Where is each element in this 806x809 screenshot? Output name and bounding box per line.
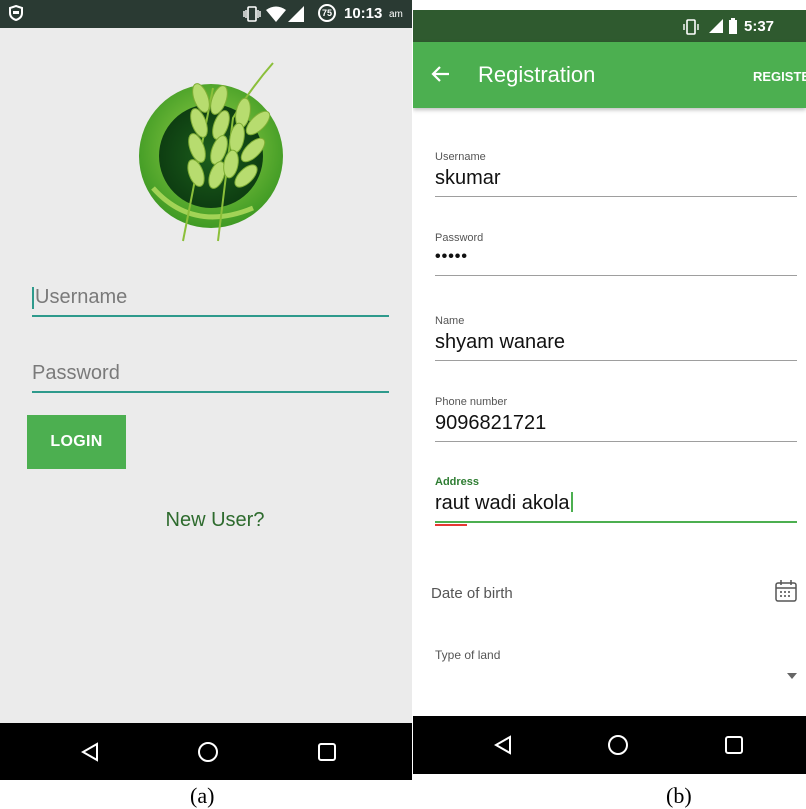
spellcheck-underline [435,524,467,526]
caption-a: (a) [190,783,215,808]
battery-icon [729,18,737,39]
field-underline [435,196,797,197]
nav-bar [413,716,806,774]
register-button[interactable]: REGISTER [753,69,806,84]
field-underline [435,275,797,276]
back-nav-button[interactable] [478,716,528,774]
date-of-birth-label: Date of birth [431,585,513,602]
username-value: skumar [435,167,501,189]
home-nav-button[interactable] [183,723,233,780]
back-arrow-icon[interactable] [431,64,451,89]
name-value: shyam wanare [435,331,566,353]
recents-nav-button[interactable] [302,723,352,780]
recents-nav-button[interactable] [709,716,759,774]
status-bar: 75 10:13 am [0,0,412,28]
name-label: Name [435,315,465,327]
phone-number-value: 9096821721 [435,412,547,434]
text-cursor [570,492,573,512]
nav-bar [0,723,412,780]
password-field[interactable]: Password ••••• [435,232,797,276]
status-time: 10:13 [344,5,383,22]
field-underline-active [435,521,797,523]
home-circle-icon [608,735,628,755]
address-text: raut wadi akola [435,492,570,514]
dropdown-arrow-icon[interactable] [787,666,797,684]
login-screen: 75 10:13 am Username Password LOGIN New … [0,0,412,780]
app-bar: Registration REGISTER [413,42,806,108]
name-field[interactable]: Name shyam wanare [435,315,797,361]
text-cursor [32,287,34,309]
address-value: raut wadi akola [435,492,797,515]
page-title: Registration [478,62,596,87]
signal-icon [288,6,304,27]
wifi-icon [266,6,286,27]
phone-number-label: Phone number [435,396,508,408]
address-field[interactable]: Address raut wadi akola [435,476,797,526]
address-label: Address [435,476,480,488]
registration-screen: 5:37 Registration REGISTER Username skum… [413,10,806,774]
password-label: Password [435,232,484,244]
username-placeholder: Username [35,286,128,308]
app-logo [133,58,293,243]
type-of-land-select[interactable]: Type of land [435,646,797,686]
calendar-icon[interactable] [775,579,797,608]
status-time: 5:37 [744,18,775,35]
login-button[interactable]: LOGIN [27,415,126,469]
field-underline [435,360,797,361]
home-circle-icon [198,741,218,762]
password-placeholder: Password [32,362,120,384]
vibrate-icon [243,6,261,27]
back-triangle-icon [81,741,98,762]
password-input[interactable]: Password [32,353,389,393]
type-of-land-label: Type of land [435,648,501,662]
signal-icon [709,19,723,38]
username-label: Username [435,151,486,163]
username-input[interactable]: Username [32,277,389,317]
recents-square-icon [725,736,743,754]
recents-square-icon [318,742,336,761]
home-nav-button[interactable] [593,716,643,774]
status-ampm: am [389,9,403,20]
field-underline [435,441,797,442]
phone-number-field[interactable]: Phone number 9096821721 [435,396,797,442]
date-of-birth-row[interactable]: Date of birth [431,579,797,609]
back-triangle-icon [494,735,511,755]
back-nav-button[interactable] [65,723,115,780]
battery-badge-icon: 75 [318,4,336,22]
password-value: ••••• [435,248,469,265]
shield-icon [9,4,23,26]
new-user-link[interactable]: New User? [150,509,280,532]
username-field[interactable]: Username skumar [435,151,797,197]
vibrate-icon [683,19,699,40]
status-bar: 5:37 [413,10,806,42]
caption-b: (b) [666,783,692,808]
